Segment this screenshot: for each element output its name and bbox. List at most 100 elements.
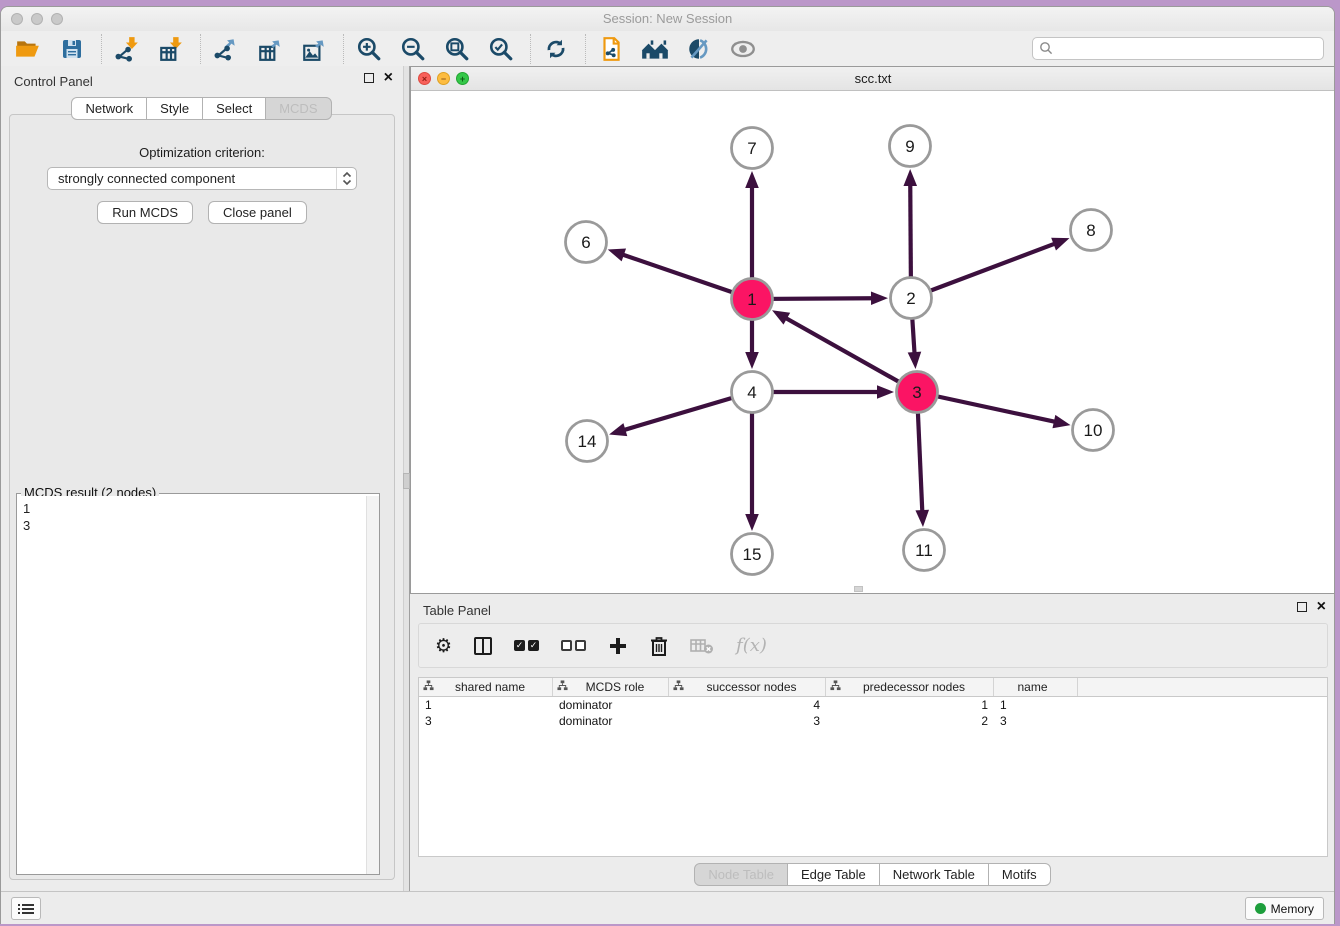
tab-style[interactable]: Style bbox=[146, 97, 203, 120]
result-item: 3 bbox=[23, 517, 360, 534]
export-table-icon[interactable] bbox=[255, 34, 285, 64]
export-image-icon[interactable] bbox=[299, 34, 329, 64]
graph-node-label: 7 bbox=[747, 139, 756, 158]
table-row[interactable]: 1dominator411 bbox=[419, 697, 1327, 713]
graph-edge[interactable] bbox=[911, 243, 1055, 298]
table-cell[interactable]: dominator bbox=[553, 697, 669, 713]
control-panel-title: Control Panel bbox=[14, 74, 93, 89]
clone-network-icon[interactable] bbox=[596, 34, 626, 64]
search-input[interactable] bbox=[1032, 37, 1324, 60]
float-table-panel-icon[interactable] bbox=[1297, 602, 1307, 612]
app-window: Session: New Session bbox=[0, 6, 1335, 924]
memory-button[interactable]: Memory bbox=[1245, 897, 1324, 920]
zoom-selected-icon[interactable] bbox=[486, 34, 516, 64]
tab-network-table[interactable]: Network Table bbox=[879, 863, 989, 886]
memory-status-icon bbox=[1255, 903, 1266, 914]
table-settings-gear-icon[interactable]: ⚙ bbox=[435, 635, 452, 657]
column-header-successor-nodes[interactable]: successor nodes bbox=[669, 678, 826, 696]
open-file-icon[interactable] bbox=[13, 34, 43, 64]
result-scrollbar[interactable] bbox=[366, 496, 379, 874]
dropdown-stepper-icon bbox=[336, 168, 356, 189]
column-header-predecessor-nodes[interactable]: predecessor nodes bbox=[826, 678, 994, 696]
toolbar-separator bbox=[585, 34, 586, 64]
toolbar-separator bbox=[200, 34, 201, 64]
table-cell[interactable]: 3 bbox=[669, 713, 826, 729]
import-table-icon[interactable] bbox=[156, 34, 186, 64]
criterion-dropdown[interactable]: strongly connected component bbox=[47, 167, 357, 190]
table-panel: Table Panel × ⚙ ✓✓ f(x) bbox=[410, 595, 1335, 892]
graph-node-label: 15 bbox=[743, 545, 762, 564]
close-panel-icon[interactable]: × bbox=[384, 73, 393, 83]
toolbar-separator bbox=[530, 34, 531, 64]
save-session-icon[interactable] bbox=[57, 34, 87, 64]
memory-label: Memory bbox=[1271, 902, 1314, 916]
delete-column-icon[interactable] bbox=[650, 636, 668, 656]
close-panel-button[interactable]: Close panel bbox=[208, 201, 307, 224]
column-header-mcds-role[interactable]: MCDS role bbox=[553, 678, 669, 696]
tab-network[interactable]: Network bbox=[71, 97, 147, 120]
table-cell[interactable]: 1 bbox=[826, 697, 994, 713]
table-cell[interactable]: 4 bbox=[669, 697, 826, 713]
search-icon bbox=[1039, 41, 1053, 58]
table-body: 1dominator4113dominator323 bbox=[419, 697, 1327, 729]
main-toolbar bbox=[1, 31, 1334, 67]
panel-divider[interactable] bbox=[403, 66, 410, 892]
mcds-result-list: 13 bbox=[17, 496, 366, 874]
mcds-result-group: MCDS result (2 nodes) 13 bbox=[16, 493, 380, 875]
close-table-panel-icon[interactable]: × bbox=[1317, 602, 1326, 612]
tree-icon bbox=[423, 680, 434, 694]
refresh-icon[interactable] bbox=[541, 34, 571, 64]
graph-edge-arrowhead bbox=[1052, 415, 1070, 428]
add-column-icon[interactable] bbox=[608, 636, 628, 656]
zoom-in-icon[interactable] bbox=[354, 34, 384, 64]
tab-node-table[interactable]: Node Table bbox=[694, 863, 788, 886]
deselect-all-rows-icon[interactable] bbox=[561, 640, 586, 651]
table-cell[interactable]: 1 bbox=[994, 697, 1078, 713]
network-window-titlebar[interactable]: × − + scc.txt bbox=[411, 67, 1335, 91]
optimization-criterion-label: Optimization criterion: bbox=[10, 145, 394, 160]
divider-handle[interactable] bbox=[403, 473, 410, 489]
column-header-shared-name[interactable]: shared name bbox=[419, 678, 553, 696]
table-toolbar: ⚙ ✓✓ f(x) bbox=[418, 623, 1328, 668]
network-overview-eye-icon[interactable] bbox=[728, 34, 758, 64]
status-bar: Memory bbox=[1, 891, 1334, 924]
graph-edge-arrowhead bbox=[745, 171, 759, 188]
tab-edge-table[interactable]: Edge Table bbox=[787, 863, 880, 886]
graph-edge-arrowhead bbox=[608, 249, 626, 262]
column-visibility-icon[interactable] bbox=[474, 637, 492, 655]
export-network-icon[interactable] bbox=[211, 34, 241, 64]
tree-icon bbox=[673, 680, 684, 694]
select-all-rows-icon[interactable]: ✓✓ bbox=[514, 640, 539, 651]
zoom-out-icon[interactable] bbox=[398, 34, 428, 64]
tab-mcds[interactable]: MCDS bbox=[265, 97, 331, 120]
graph-edge-arrowhead bbox=[915, 510, 929, 527]
homes-icon[interactable] bbox=[640, 34, 670, 64]
show-hide-graphics-details-icon[interactable] bbox=[684, 34, 714, 64]
network-canvas[interactable]: 7968124314101511 bbox=[411, 91, 1335, 593]
graph-edge-arrowhead bbox=[908, 352, 922, 369]
graph-node-label: 1 bbox=[747, 290, 756, 309]
task-history-button[interactable] bbox=[11, 897, 41, 920]
run-mcds-button[interactable]: Run MCDS bbox=[97, 201, 193, 224]
table-cell[interactable]: 3 bbox=[419, 713, 553, 729]
graph-edge[interactable] bbox=[785, 318, 917, 392]
graph-edge-arrowhead bbox=[745, 352, 759, 369]
resize-grip[interactable] bbox=[854, 586, 863, 592]
tab-select[interactable]: Select bbox=[202, 97, 266, 120]
graph-node-label: 3 bbox=[912, 383, 921, 402]
table-cell[interactable]: 1 bbox=[419, 697, 553, 713]
column-header-name[interactable]: name bbox=[994, 678, 1078, 696]
function-builder-icon[interactable]: f(x) bbox=[736, 635, 767, 656]
table-row[interactable]: 3dominator323 bbox=[419, 713, 1327, 729]
toolbar-separator bbox=[343, 34, 344, 64]
delete-table-icon[interactable] bbox=[690, 637, 714, 655]
tab-motifs[interactable]: Motifs bbox=[988, 863, 1051, 886]
import-network-icon[interactable] bbox=[112, 34, 142, 64]
column-header-filler bbox=[1078, 678, 1327, 696]
table-cell[interactable]: 3 bbox=[994, 713, 1078, 729]
zoom-fit-icon[interactable] bbox=[442, 34, 472, 64]
table-cell[interactable]: 2 bbox=[826, 713, 994, 729]
table-cell[interactable]: dominator bbox=[553, 713, 669, 729]
float-panel-icon[interactable] bbox=[364, 73, 374, 83]
control-panel-tabs: Network Style Select MCDS bbox=[1, 97, 403, 120]
